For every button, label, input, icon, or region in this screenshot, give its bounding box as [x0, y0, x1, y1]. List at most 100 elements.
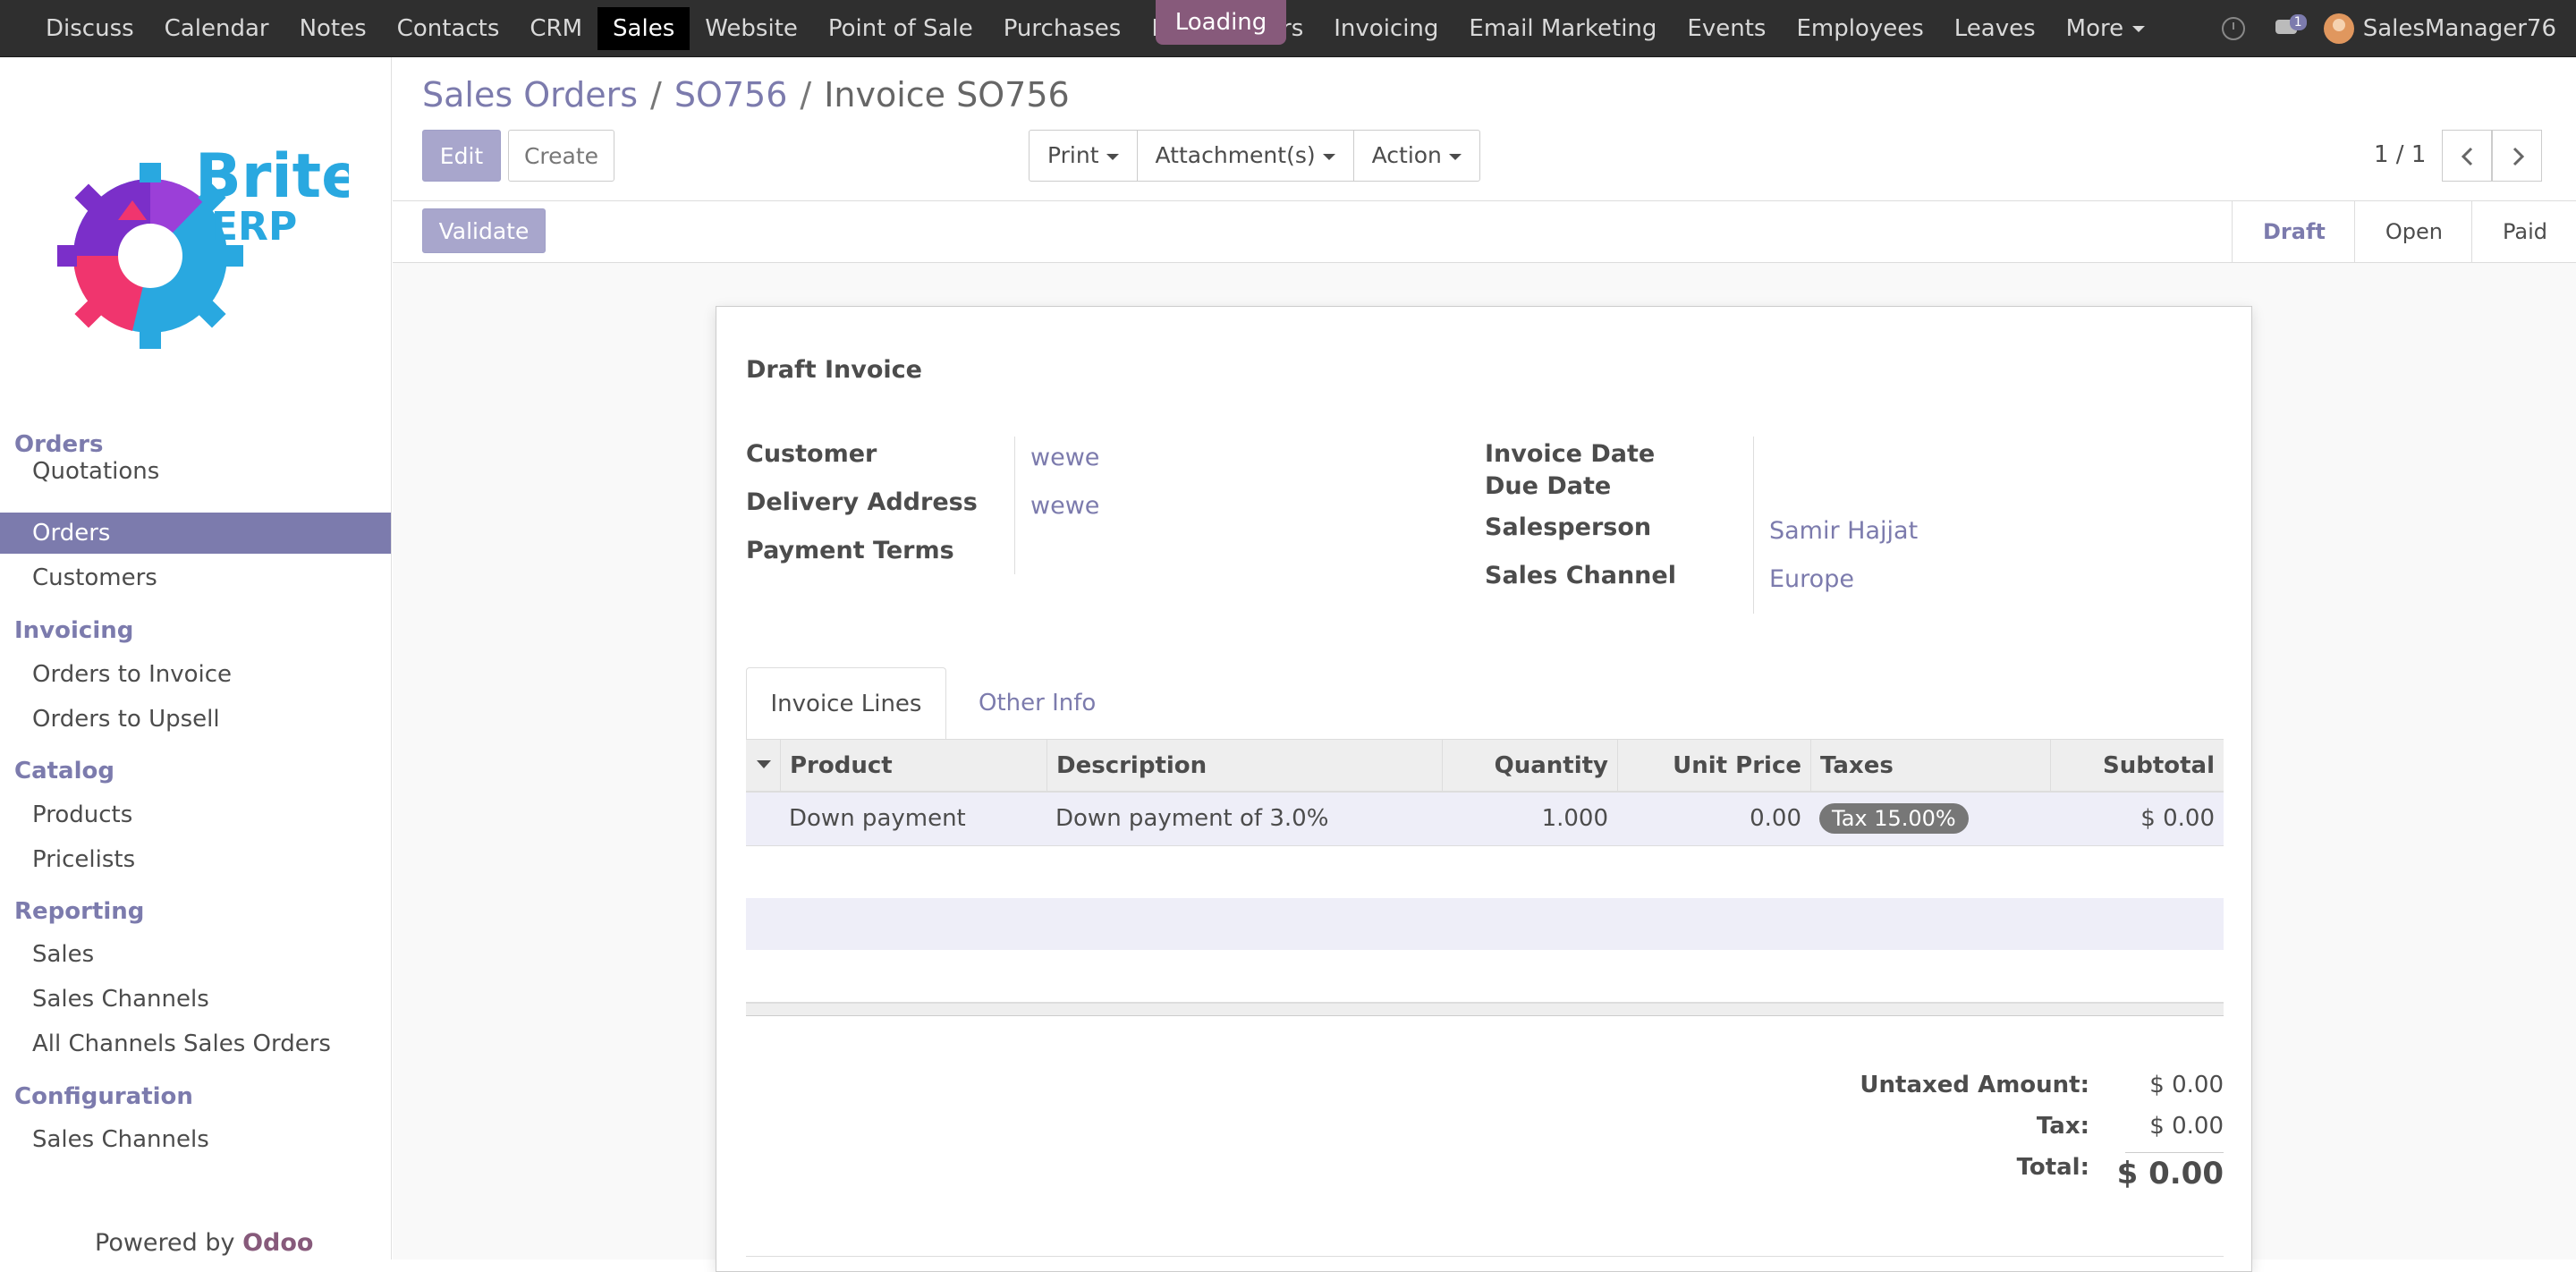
- edit-button[interactable]: Edit: [422, 130, 501, 182]
- total-label: Total:: [2016, 1154, 2089, 1181]
- invoice-date-label: Invoice Date: [1485, 440, 1656, 468]
- app-website[interactable]: Website: [690, 7, 813, 50]
- empty-row: [746, 950, 2224, 1002]
- create-button[interactable]: Create: [508, 130, 614, 182]
- messages-count-badge: 1: [2289, 14, 2307, 30]
- app-calendar[interactable]: Calendar: [149, 7, 284, 50]
- column-quantity[interactable]: Quantity: [1442, 740, 1617, 792]
- sales-channel-label: Sales Channel: [1485, 562, 1676, 589]
- menu-item-orders[interactable]: Orders: [0, 513, 391, 554]
- app-invoicing[interactable]: Invoicing: [1318, 7, 1453, 50]
- tab-other-info[interactable]: Other Info: [979, 667, 1096, 739]
- status-step-draft: Draft: [2232, 201, 2354, 262]
- breadcrumb-sales-orders[interactable]: Sales Orders: [422, 75, 638, 114]
- sales-channel-value[interactable]: Europe: [1769, 565, 1854, 593]
- powered-by-text: Powered by: [95, 1229, 235, 1257]
- column-options-caret-icon[interactable]: [757, 760, 771, 768]
- more-label: More: [2065, 15, 2124, 42]
- app-leaves[interactable]: Leaves: [1939, 7, 2051, 50]
- total-divider: [2125, 1152, 2224, 1153]
- messages-icon[interactable]: 1: [2275, 14, 2307, 39]
- pager-value[interactable]: 1 / 1: [2374, 141, 2426, 168]
- menu-item-quotations[interactable]: Quotations: [0, 451, 391, 492]
- line-description: Down payment of 3.0%: [1055, 805, 1329, 832]
- app-employees[interactable]: Employees: [1781, 7, 1938, 50]
- menu-item-sales-channels-report[interactable]: Sales Channels: [0, 979, 391, 1020]
- brite-erp-logo[interactable]: Brite ERP: [45, 129, 349, 361]
- empty-row: [746, 846, 2224, 898]
- app-purchases[interactable]: Purchases: [988, 7, 1137, 50]
- app-menu: Discuss Calendar Notes Contacts CRM Sale…: [30, 0, 2160, 57]
- validate-button[interactable]: Validate: [422, 208, 546, 253]
- sheet-divider: [746, 1256, 2224, 1257]
- column-taxes[interactable]: Taxes: [1810, 740, 2050, 792]
- salesperson-value[interactable]: Samir Hajjat: [1769, 517, 1918, 545]
- sidebar: Brite ERP Orders Quotations Orders Custo…: [0, 57, 392, 1259]
- status-step-paid: Paid: [2470, 201, 2576, 262]
- invoice-title: Draft Invoice: [746, 356, 922, 384]
- customer-value[interactable]: wewe: [1030, 444, 1099, 471]
- menu-item-all-channels-sales-orders[interactable]: All Channels Sales Orders: [0, 1023, 391, 1064]
- powered-by: Powered by Odoo: [95, 1229, 313, 1257]
- menu-section-configuration: Configuration: [14, 1083, 193, 1110]
- untaxed-amount-value: $ 0.00: [2149, 1072, 2224, 1098]
- breadcrumb-so756[interactable]: SO756: [674, 75, 788, 114]
- breadcrumb-separator: /: [650, 75, 662, 114]
- payment-terms-label: Payment Terms: [746, 537, 954, 564]
- app-sales[interactable]: Sales: [597, 7, 691, 50]
- menu-item-sales-report[interactable]: Sales: [0, 934, 391, 975]
- app-email-marketing[interactable]: Email Marketing: [1453, 7, 1672, 50]
- top-navbar: Discuss Calendar Notes Contacts CRM Sale…: [0, 0, 2576, 57]
- attachments-label: Attachment(s): [1155, 142, 1316, 168]
- chevron-left-icon: [2461, 147, 2473, 166]
- table-row[interactable]: Down payment Down payment of 3.0% 1.000 …: [746, 793, 2224, 846]
- column-product[interactable]: Product: [780, 740, 1046, 792]
- user-menu[interactable]: SalesManager76: [2363, 15, 2556, 42]
- pager-next-button[interactable]: [2492, 130, 2542, 182]
- menu-item-sales-channels-config[interactable]: Sales Channels: [0, 1119, 391, 1160]
- user-avatar[interactable]: [2323, 13, 2354, 44]
- activity-clock-icon[interactable]: [2221, 17, 2245, 40]
- tax-value: $ 0.00: [2149, 1113, 2224, 1140]
- app-crm[interactable]: CRM: [514, 7, 597, 50]
- app-discuss[interactable]: Discuss: [30, 7, 149, 50]
- total-value: $ 0.00: [2116, 1156, 2224, 1191]
- menu-item-orders-to-upsell[interactable]: Orders to Upsell: [0, 699, 391, 740]
- column-unit-price[interactable]: Unit Price: [1617, 740, 1810, 792]
- attachments-dropdown[interactable]: Attachment(s): [1138, 131, 1354, 181]
- delivery-address-label: Delivery Address: [746, 488, 978, 516]
- table-footer: [746, 1002, 2224, 1016]
- statusbar: Validate Draft Open Paid: [393, 200, 2576, 263]
- field-divider: [1014, 437, 1015, 574]
- odoo-link[interactable]: Odoo: [242, 1229, 313, 1257]
- action-dropdown[interactable]: Action: [1354, 131, 1479, 181]
- status-steps: Draft Open Paid: [2232, 201, 2576, 262]
- chevron-right-icon: [2512, 147, 2525, 166]
- menu-item-products[interactable]: Products: [0, 794, 391, 835]
- menu-item-orders-to-invoice[interactable]: Orders to Invoice: [0, 654, 391, 695]
- line-subtotal: $ 0.00: [2140, 805, 2215, 832]
- breadcrumb-current: Invoice SO756: [824, 75, 1070, 114]
- chevron-down-icon: [2132, 26, 2146, 32]
- app-contacts[interactable]: Contacts: [382, 7, 515, 50]
- app-point-of-sale[interactable]: Point of Sale: [813, 7, 988, 50]
- pager-previous-button[interactable]: [2442, 130, 2492, 182]
- column-subtotal[interactable]: Subtotal: [2050, 740, 2224, 792]
- caret-down-icon: [1106, 153, 1119, 160]
- tab-invoice-lines[interactable]: Invoice Lines: [746, 667, 946, 739]
- menu-item-customers[interactable]: Customers: [0, 557, 391, 598]
- print-dropdown[interactable]: Print: [1030, 131, 1138, 181]
- tax-badge: Tax 15.00%: [1819, 803, 1969, 834]
- menu-item-pricelists[interactable]: Pricelists: [0, 839, 391, 880]
- sidebar-actions: Print Attachment(s) Action: [1029, 130, 1480, 182]
- salesperson-label: Salesperson: [1485, 513, 1652, 541]
- app-notes[interactable]: Notes: [284, 7, 382, 50]
- column-description[interactable]: Description: [1046, 740, 1442, 792]
- delivery-address-value[interactable]: wewe: [1030, 492, 1099, 520]
- menu-section-invoicing: Invoicing: [14, 617, 134, 644]
- status-step-open: Open: [2353, 201, 2471, 262]
- print-label: Print: [1047, 142, 1099, 168]
- more-menu[interactable]: More: [2051, 7, 2160, 50]
- app-events[interactable]: Events: [1672, 7, 1781, 50]
- systray: 1 SalesManager76: [2221, 0, 2556, 57]
